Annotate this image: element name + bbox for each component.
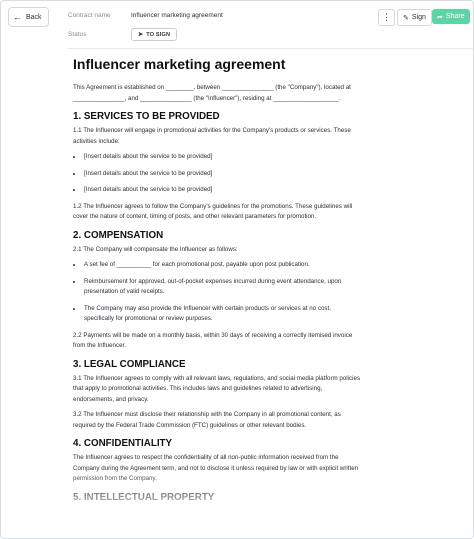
list-item: [Insert details about the service to be …: [83, 185, 361, 196]
more-options-button[interactable]: ⋮: [378, 9, 395, 26]
list-item: The Company may also provide the Influen…: [83, 304, 361, 325]
more-vertical-icon: ⋮: [382, 12, 391, 22]
sign-label: Sign: [411, 14, 426, 21]
contract-document: Influencer marketing agreement This Agre…: [73, 55, 361, 507]
intro-paragraph: This Agreement is established on _______…: [73, 84, 351, 102]
sign-button[interactable]: ✎ Sign: [397, 9, 432, 26]
document-title: Influencer marketing agreement: [73, 56, 286, 72]
list-item: A set fee of __________ for each promoti…: [83, 260, 361, 271]
share-button[interactable]: ➦ Share: [432, 9, 470, 24]
share-icon: ➦: [437, 13, 443, 21]
back-label: Back: [26, 13, 42, 21]
section-2-heading: 2. COMPENSATION: [73, 229, 164, 241]
back-button[interactable]: ← Back: [8, 7, 49, 27]
section-5-heading: 5. INTELLECTUAL PROPERTY: [73, 491, 215, 503]
section-3-heading: 3. LEGAL COMPLIANCE: [73, 358, 186, 370]
status-value: TO SIGN: [146, 31, 171, 38]
contract-name-label: Contract name: [68, 12, 111, 19]
section-3-2: 3.2 The Influencer must disclose their r…: [73, 411, 341, 429]
contract-window: ← Back Contract name Influencer marketin…: [0, 0, 474, 539]
services-list: [Insert details about the service to be …: [73, 152, 361, 196]
list-item: Reimbursement for approved, out-of-pocke…: [83, 277, 361, 298]
status-badge: ➤ TO SIGN: [131, 28, 178, 41]
section-3-1: 3.1 The Influencer agrees to comply with…: [73, 374, 361, 403]
list-item: [Insert details about the service to be …: [83, 169, 361, 180]
compensation-list: A set fee of __________ for each promoti…: [73, 260, 361, 325]
section-4-1: The Influencer agrees to respect the con…: [73, 454, 359, 482]
status-label: Status: [68, 31, 87, 38]
header-divider: [68, 48, 473, 49]
arrow-left-icon: ←: [13, 11, 22, 22]
section-1-heading: 1. SERVICES TO BE PROVIDED: [73, 111, 220, 122]
contract-name-value[interactable]: Influencer marketing agreement: [131, 12, 223, 19]
list-item: [Insert details about the service to be …: [83, 152, 361, 163]
section-4-heading: 4. CONFIDENTIALITY: [73, 438, 173, 449]
section-2-1: 2.1 The Company will compensate the Infl…: [73, 245, 238, 253]
pen-icon: ✎: [403, 14, 409, 22]
section-2-2: 2.2 Payments will be made on a monthly b…: [73, 331, 353, 350]
section-1-1: 1.1 The Influencer will engage in promot…: [73, 127, 351, 145]
send-icon: ➤: [138, 32, 144, 38]
share-label: Share: [445, 13, 465, 20]
section-1-2: 1.2 The Influencer agrees to follow the …: [73, 202, 353, 221]
